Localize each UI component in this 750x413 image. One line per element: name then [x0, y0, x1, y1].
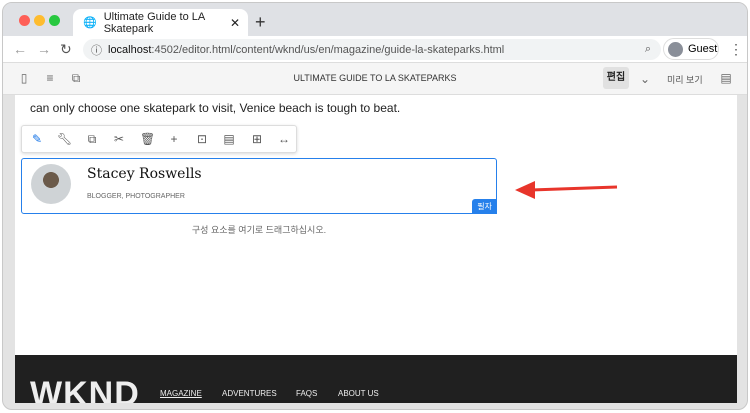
- component-toolbar: ✎ 🔧︎ ⧉ ✂ 🗑︎ + ⊡ ▤ ⊞ ↔: [21, 125, 297, 153]
- nav-about-us[interactable]: ABOUT US: [338, 389, 379, 398]
- browser-window: 🌐 Ultimate Guide to LA Skatepark ✕ + ← →…: [2, 2, 748, 410]
- author-role: BLOGGER, PHOTOGRAPHER: [87, 193, 185, 200]
- edit-pencil-icon[interactable]: ✎: [30, 132, 44, 146]
- url-path: :4502/editor.html/content/wknd/us/en/mag…: [151, 43, 505, 56]
- select-parent-icon[interactable]: ⊡: [195, 132, 209, 146]
- page-canvas: can only choose one skatepark to visit, …: [15, 95, 737, 403]
- site-footer: WKND MAGAZINE ADVENTURES FAQS ABOUT US: [15, 355, 737, 403]
- nav-magazine[interactable]: MAGAZINE: [160, 389, 202, 398]
- minimize-window-button[interactable]: [34, 15, 45, 26]
- configure-wrench-icon[interactable]: 🔧︎: [57, 132, 72, 146]
- editor-toolbar: ▯ ≡ ⧉ ULTIMATE GUIDE TO LA SKATEPARKS 편집…: [3, 63, 747, 95]
- browser-tab[interactable]: 🌐 Ultimate Guide to LA Skatepark ✕: [73, 9, 248, 36]
- info-icon: ⓘ: [91, 44, 102, 57]
- preview-button[interactable]: 미리 보기: [667, 73, 703, 86]
- page-info-icon[interactable]: ▤: [719, 71, 733, 85]
- back-icon[interactable]: ←: [13, 41, 27, 57]
- profile-button[interactable]: Guest: [663, 38, 719, 60]
- close-window-button[interactable]: [19, 15, 30, 26]
- delete-icon[interactable]: 🗑︎: [140, 132, 155, 146]
- address-bar: ← → ↻ ⓘ localhost:4502/editor.html/conte…: [3, 36, 747, 63]
- tab-title: Ultimate Guide to LA Skatepark: [103, 10, 205, 35]
- component-badge: 필자: [472, 199, 497, 214]
- author-photo: [31, 164, 71, 204]
- page-title: ULTIMATE GUIDE TO LA SKATEPARKS: [293, 73, 457, 83]
- group-icon[interactable]: ⊞: [250, 132, 264, 146]
- intro-text: can only choose one skatepark to visit, …: [30, 101, 401, 115]
- avatar-icon: [668, 41, 683, 57]
- profile-label: Guest: [688, 43, 718, 55]
- new-tab-button[interactable]: +: [255, 12, 266, 33]
- layout-icon[interactable]: ▤: [222, 132, 236, 146]
- cut-icon[interactable]: ✂: [112, 132, 126, 146]
- tab-bar: 🌐 Ultimate Guide to LA Skatepark ✕ +: [3, 3, 747, 36]
- zoom-icon[interactable]: ⌕: [645, 43, 651, 56]
- author-name: Stacey Roswells: [87, 166, 202, 182]
- maximize-window-button[interactable]: [49, 15, 60, 26]
- resize-icon[interactable]: ↔: [277, 132, 291, 146]
- menu-icon[interactable]: ⋮: [729, 41, 743, 58]
- nav-faqs[interactable]: FAQS: [296, 389, 317, 398]
- insert-icon[interactable]: +: [167, 132, 181, 146]
- byline-component[interactable]: Stacey Roswells BLOGGER, PHOTOGRAPHER 필자: [21, 158, 497, 214]
- url-input[interactable]: ⓘ localhost:4502/editor.html/content/wkn…: [83, 39, 661, 60]
- reload-icon[interactable]: ↻: [60, 41, 72, 58]
- wknd-logo[interactable]: WKND: [30, 375, 140, 403]
- close-tab-icon[interactable]: ✕: [230, 16, 240, 30]
- url-host: localhost: [108, 43, 152, 56]
- edit-mode-button[interactable]: 편집: [603, 67, 629, 89]
- copy-icon[interactable]: ⧉: [85, 132, 99, 147]
- globe-icon: 🌐: [83, 17, 97, 29]
- nav-adventures[interactable]: ADVENTURES: [222, 389, 277, 398]
- forward-icon[interactable]: →: [37, 41, 51, 57]
- drop-zone[interactable]: 구성 요소를 여기로 드래그하십시오.: [21, 223, 497, 236]
- chevron-down-icon[interactable]: ⌄: [638, 72, 652, 86]
- red-arrow-annotation: [515, 181, 618, 199]
